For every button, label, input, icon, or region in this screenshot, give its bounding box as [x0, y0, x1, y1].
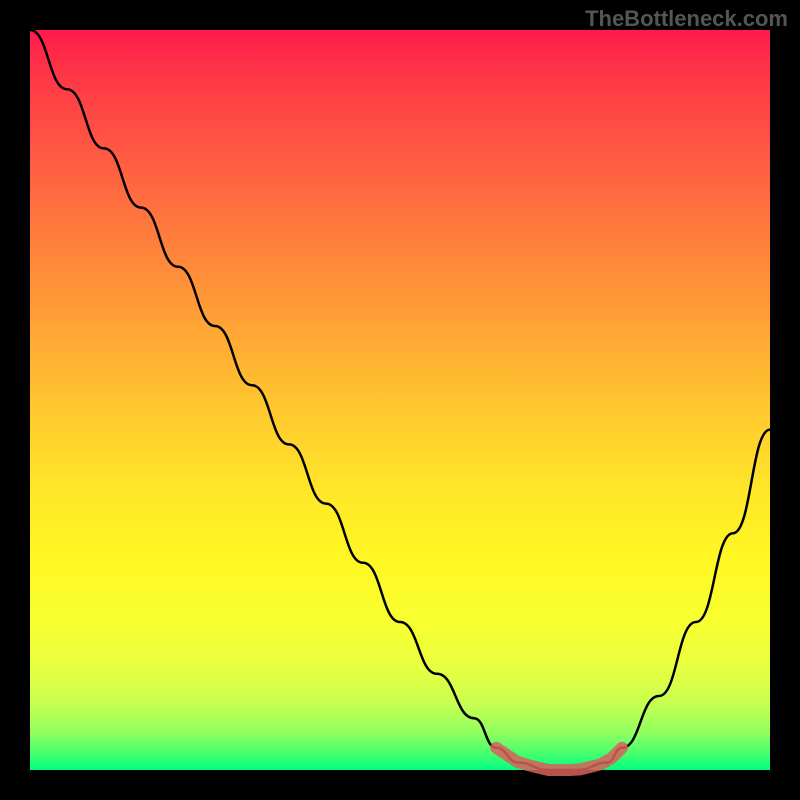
- watermark-text: TheBottleneck.com: [585, 6, 788, 32]
- chart-area: [30, 30, 770, 770]
- optimal-range-marker: [496, 748, 622, 770]
- bottleneck-curve: [30, 30, 770, 770]
- bottleneck-curve-svg: [30, 30, 770, 770]
